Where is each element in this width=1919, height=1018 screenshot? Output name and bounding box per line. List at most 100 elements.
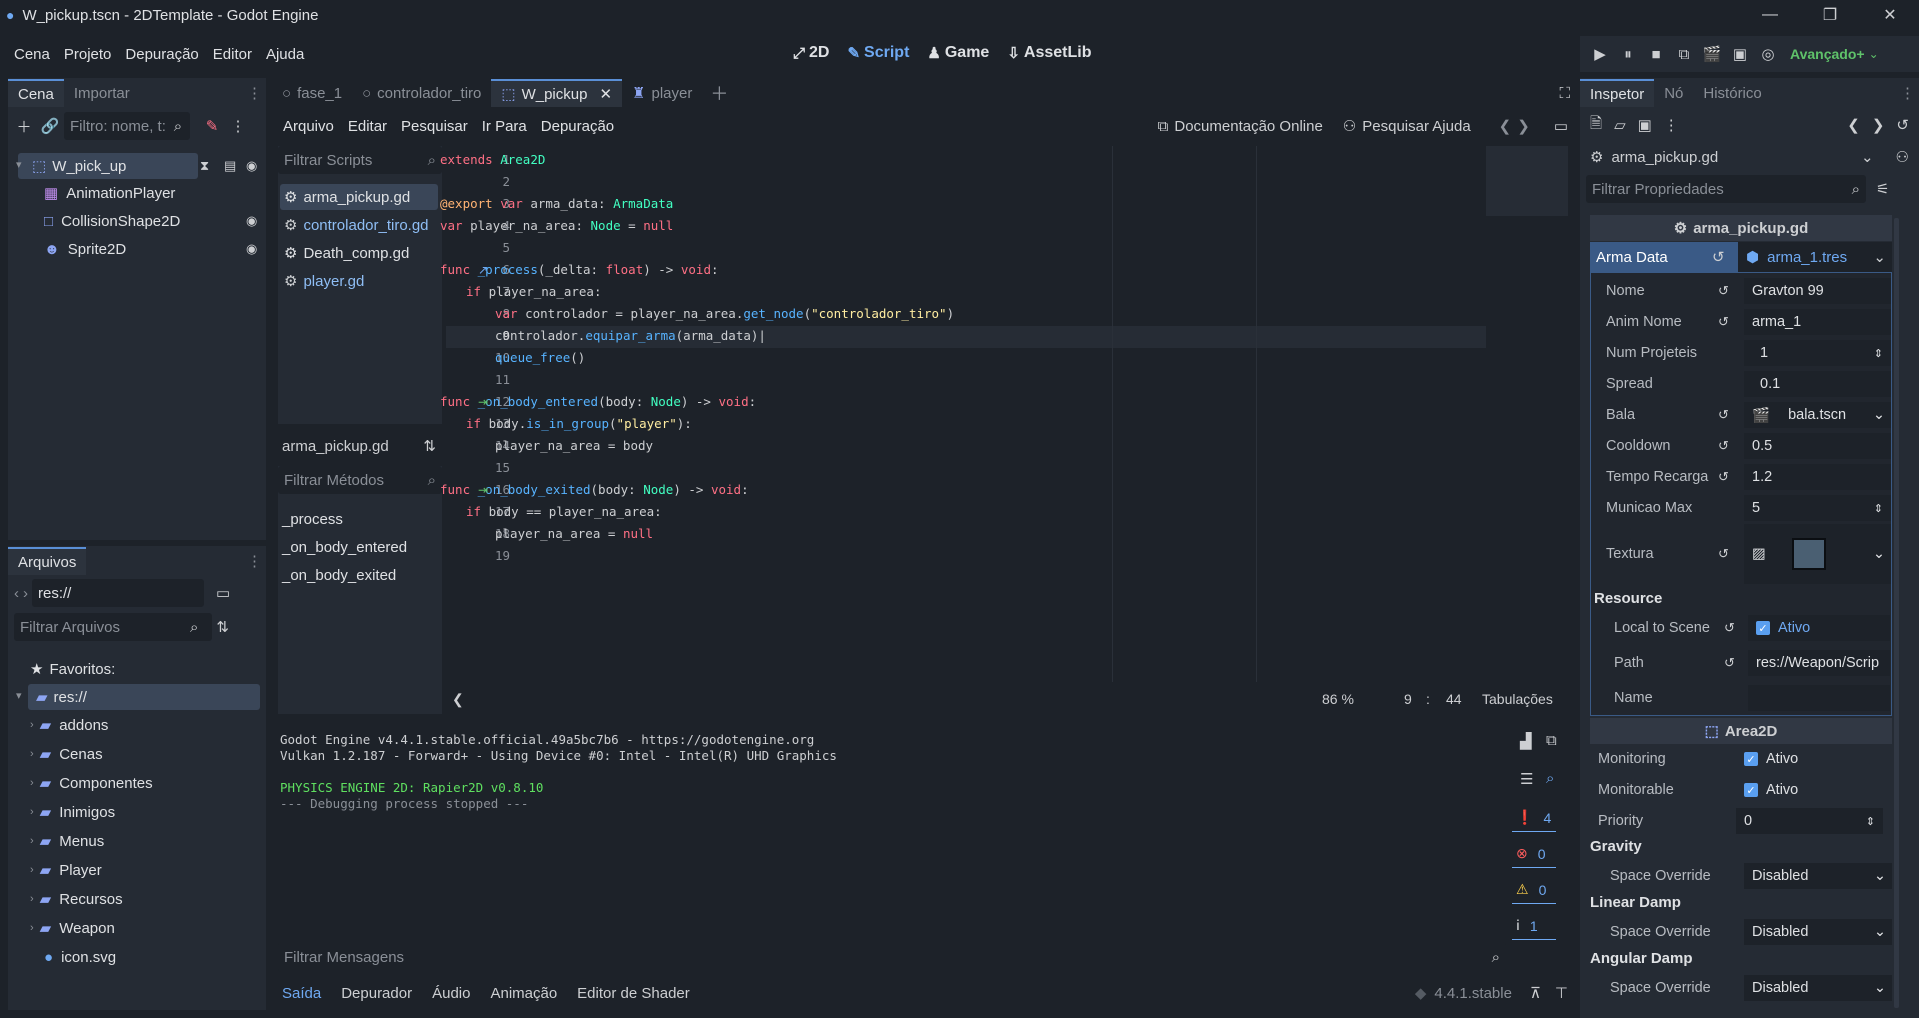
menu-arquivo[interactable]: Arquivo bbox=[276, 118, 341, 135]
split-view-icon[interactable]: ▭ bbox=[216, 584, 230, 602]
pause-icon[interactable]: ⏸ bbox=[1616, 42, 1640, 66]
spin-arrows-icon[interactable]: ⇕ bbox=[1866, 815, 1875, 828]
workspace-script[interactable]: ✎ Script bbox=[847, 44, 909, 62]
add-tab-icon[interactable]: ＋ bbox=[710, 80, 728, 106]
cooldown-field[interactable]: 0.5 bbox=[1744, 433, 1891, 459]
more-icon[interactable]: ⋮ bbox=[1664, 116, 1679, 134]
chevron-down-icon[interactable]: ▾ bbox=[16, 689, 22, 702]
arma-data-property[interactable]: Arma Data ↺ ⬢ arma_1.tres ⌄ bbox=[1590, 242, 1892, 272]
path-input[interactable]: res:// bbox=[32, 579, 204, 607]
spread-field[interactable]: 0.1 bbox=[1744, 371, 1891, 397]
close-tab-icon[interactable]: ✕ bbox=[599, 85, 612, 103]
path-field[interactable]: res://Weapon/Scrip bbox=[1748, 650, 1890, 676]
area2d-section-header[interactable]: ⬚ Area2D bbox=[1590, 718, 1892, 744]
spin-arrows-icon[interactable]: ⇕ bbox=[1874, 502, 1883, 515]
tab-depurador[interactable]: Depurador bbox=[331, 985, 422, 1002]
tab-editor-shader[interactable]: Editor de Shader bbox=[567, 985, 700, 1002]
revert-icon[interactable]: ↺ bbox=[1718, 469, 1729, 485]
workspace-game[interactable]: ♟ Game bbox=[927, 44, 989, 62]
name-field[interactable] bbox=[1748, 685, 1890, 711]
anim-nome-field[interactable]: arma_1 bbox=[1744, 309, 1891, 335]
indent-mode[interactable]: Tabulações bbox=[1482, 691, 1553, 707]
tab-w-pickup[interactable]: ⬚ W_pickup ✕ bbox=[491, 79, 623, 107]
menu-ir-para[interactable]: Ir Para bbox=[475, 118, 534, 135]
folder-menus[interactable]: › ▰ Menus bbox=[30, 828, 104, 854]
tab-inspetor[interactable]: Inspetor bbox=[1580, 79, 1655, 107]
tab-animacao[interactable]: Animação bbox=[480, 985, 567, 1002]
search-help-button[interactable]: Pesquisar Ajuda bbox=[1362, 118, 1470, 135]
tab-controlador-tiro[interactable]: ○ controlador_tiro bbox=[352, 79, 491, 107]
dock-menu-icon[interactable]: ⋮ bbox=[247, 84, 262, 102]
back-icon[interactable]: ‹ bbox=[14, 585, 19, 602]
sort-icon[interactable]: ⇅ bbox=[423, 437, 436, 455]
script-filter-input[interactable]: Filtrar Scripts ⌕ bbox=[278, 146, 442, 174]
script-icon[interactable]: ▤ bbox=[224, 158, 236, 174]
folder-player[interactable]: › ▰ Player bbox=[30, 857, 102, 883]
tree-node-root[interactable]: ⬚ W_pick_up bbox=[18, 153, 198, 179]
sort-icon[interactable]: ⇅ bbox=[216, 618, 229, 636]
folder-recursos[interactable]: › ▰ Recursos bbox=[30, 886, 123, 912]
save-icon[interactable]: ▣ bbox=[1638, 116, 1652, 134]
folder-cenas[interactable]: › ▰ Cenas bbox=[30, 741, 103, 767]
method-on-body-entered[interactable]: _on_body_entered bbox=[282, 534, 407, 560]
new-resource-icon[interactable]: 🗎 bbox=[1590, 113, 1602, 138]
script-item-death-comp[interactable]: ⚙ Death_comp.gd bbox=[284, 240, 409, 266]
more-icon[interactable]: ⋮ bbox=[226, 114, 250, 138]
menu-editar[interactable]: Editar bbox=[341, 118, 394, 135]
menu-pesquisar[interactable]: Pesquisar bbox=[394, 118, 475, 135]
prev-object-icon[interactable]: ❮ bbox=[1847, 116, 1860, 134]
monitorable-checkbox[interactable]: ✓ Ativo bbox=[1736, 777, 1883, 803]
tempo-recarga-field[interactable]: 1.2 bbox=[1744, 464, 1891, 490]
folder-res-root[interactable]: ▰ res:// bbox=[28, 684, 260, 710]
arma-data-value[interactable]: ⬢ arma_1.tres ⌄ bbox=[1738, 242, 1892, 272]
dock-menu-icon[interactable]: ⋮ bbox=[247, 552, 262, 570]
tab-arquivos[interactable]: Arquivos bbox=[8, 547, 87, 575]
local-to-scene-checkbox[interactable]: ✓ Ativo bbox=[1748, 615, 1890, 641]
object-selector[interactable]: ⚙ arma_pickup.gd ⌄ ⚇ bbox=[1580, 142, 1919, 172]
folder-inimigos[interactable]: › ▰ Inimigos bbox=[30, 799, 115, 825]
folder-componentes[interactable]: › ▰ Componentes bbox=[30, 770, 153, 796]
textura-picker[interactable]: ▨ ⌄ bbox=[1744, 524, 1891, 584]
num-projeteis-spinbox[interactable]: 1 ⇕ bbox=[1744, 340, 1891, 366]
linear-space-override-select[interactable]: Disabled ⌄ bbox=[1744, 919, 1892, 945]
inspector-scrollbar[interactable] bbox=[1894, 218, 1899, 1008]
resource-section[interactable]: Resource bbox=[1594, 590, 1662, 607]
expand-panel-icon[interactable]: ⊤ bbox=[1555, 984, 1568, 1002]
tree-node-animationplayer[interactable]: ▦ AnimationPlayer bbox=[44, 180, 175, 206]
favorites-row[interactable]: ★ Favoritos: bbox=[30, 656, 115, 682]
revert-icon[interactable]: ↺ bbox=[1718, 407, 1729, 423]
maximize-button[interactable]: ❐ bbox=[1800, 0, 1860, 30]
history-icon[interactable]: ↺ bbox=[1896, 116, 1909, 134]
gravity-section[interactable]: Gravity bbox=[1590, 838, 1642, 855]
nome-field[interactable]: Gravton 99 bbox=[1744, 278, 1891, 304]
workspace-2d[interactable]: ⤢ 2D bbox=[793, 44, 829, 62]
script-item-player[interactable]: ⚙ player.gd bbox=[284, 268, 364, 294]
close-button[interactable]: ✕ bbox=[1860, 0, 1919, 30]
folder-addons[interactable]: › ▰ addons bbox=[30, 712, 108, 738]
fullscreen-icon[interactable]: ⛶ bbox=[1559, 85, 1570, 102]
files-filter-input[interactable]: Filtrar Arquivos bbox=[14, 613, 212, 641]
minimize-button[interactable]: — bbox=[1740, 0, 1800, 30]
renderer-select[interactable]: Avançado+ bbox=[1790, 46, 1865, 62]
dock-menu-icon[interactable]: ⋮ bbox=[1900, 84, 1915, 102]
next-script-icon[interactable]: ❯ bbox=[1517, 117, 1530, 135]
menu-editor[interactable]: Editor bbox=[206, 46, 259, 63]
revert-icon[interactable]: ↺ bbox=[1718, 438, 1729, 454]
revert-icon[interactable]: ↺ bbox=[1724, 620, 1735, 636]
tab-cena[interactable]: Cena bbox=[8, 79, 64, 107]
play-icon[interactable]: ▶ bbox=[1588, 42, 1612, 66]
gravity-space-override-select[interactable]: Disabled ⌄ bbox=[1744, 863, 1892, 889]
menu-cena[interactable]: Cena bbox=[7, 46, 57, 63]
online-docs-button[interactable]: Documentação Online bbox=[1174, 118, 1322, 135]
workspace-assetlib[interactable]: ⇩ AssetLib bbox=[1007, 44, 1091, 62]
folder-weapon[interactable]: › ▰ Weapon bbox=[30, 915, 115, 941]
open-folder-icon[interactable]: ▱ bbox=[1614, 116, 1626, 134]
filter-messages-input[interactable]: Filtrar Mensagens ⌕ bbox=[278, 942, 1506, 972]
tab-saida[interactable]: Saída bbox=[272, 985, 331, 1002]
link-icon[interactable]: 🔗 bbox=[38, 114, 62, 138]
minimap[interactable] bbox=[1486, 146, 1568, 216]
monitoring-checkbox[interactable]: ✓ Ativo bbox=[1736, 746, 1883, 772]
stop-icon[interactable]: ■ bbox=[1644, 42, 1668, 66]
tab-historico[interactable]: Histórico bbox=[1693, 79, 1771, 107]
revert-icon[interactable]: ↺ bbox=[1712, 248, 1725, 266]
